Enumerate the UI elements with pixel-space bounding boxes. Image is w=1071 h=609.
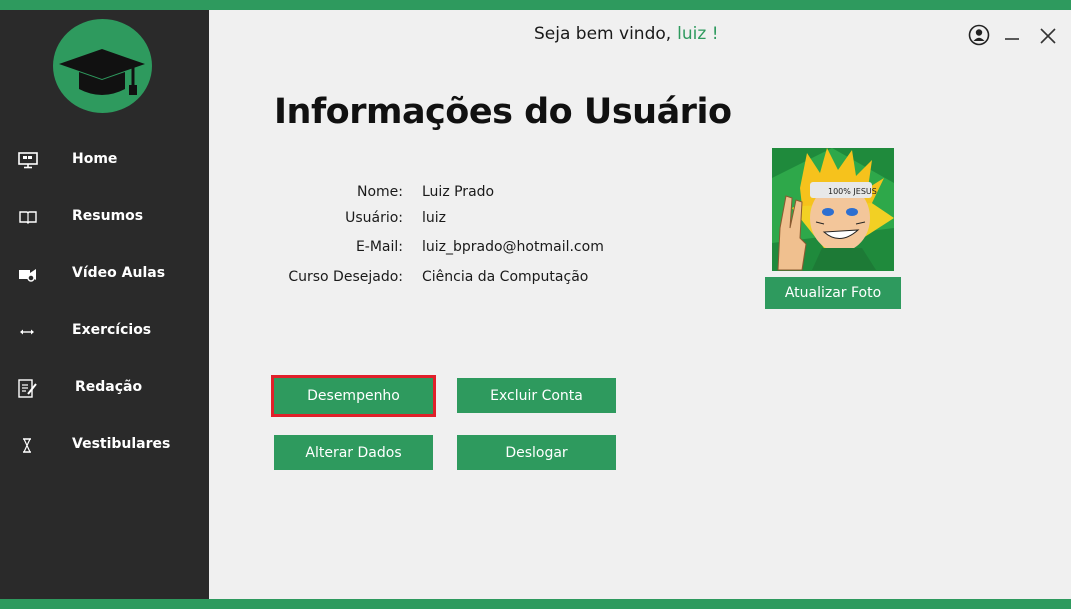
welcome-message: Seja bem vindo, luiz ! <box>534 24 719 44</box>
sidebar-item-resumos[interactable]: Resumos <box>0 197 209 237</box>
bottom-accent-bar <box>0 599 1071 609</box>
username-value: luiz <box>422 210 447 226</box>
delete-account-button[interactable]: Excluir Conta <box>457 378 616 413</box>
email-label: E-Mail: <box>355 239 403 255</box>
update-photo-button[interactable]: Atualizar Foto <box>765 277 901 309</box>
sidebar-item-exercicios[interactable]: Exercícios <box>0 311 209 351</box>
email-value: luiz_bprado@hotmail.com <box>422 239 604 255</box>
logout-button[interactable]: Deslogar <box>457 435 616 470</box>
course-label: Curso Desejado: <box>288 269 403 285</box>
book-icon <box>17 207 39 227</box>
monitor-icon <box>17 150 39 170</box>
sidebar-item-label: Home <box>72 151 118 167</box>
top-accent-bar <box>0 0 1071 10</box>
sidebar-item-label: Redação <box>75 379 143 395</box>
sidebar-item-home[interactable]: Home <box>0 140 209 180</box>
performance-button[interactable]: Desempenho <box>271 375 436 417</box>
sidebar-item-label: Vestibulares <box>72 436 171 452</box>
graduation-cap-logo <box>53 19 152 113</box>
sidebar-item-label: Vídeo Aulas <box>72 265 166 281</box>
name-label: Nome: <box>356 184 403 200</box>
sidebar-item-label: Exercícios <box>72 322 152 338</box>
sidebar-item-vestibulares[interactable]: Vestibulares <box>0 425 209 465</box>
edit-document-icon <box>17 378 39 398</box>
minimize-icon[interactable] <box>1003 28 1021 48</box>
arrows-icon <box>17 321 39 341</box>
welcome-username: luiz ! <box>677 24 719 44</box>
video-camera-icon <box>17 264 39 284</box>
hourglass-icon <box>17 435 39 455</box>
username-label: Usuário: <box>345 210 403 226</box>
user-profile-icon[interactable] <box>968 24 990 50</box>
course-value: Ciência da Computação <box>422 269 589 285</box>
name-value: Luiz Prado <box>422 184 495 200</box>
sidebar-item-redacao[interactable]: Redação <box>0 368 209 408</box>
sidebar: Home Resumos Vídeo Aulas Exercícios Reda… <box>0 10 209 599</box>
page-title: Informações do Usuário <box>274 92 732 132</box>
sidebar-item-video-aulas[interactable]: Vídeo Aulas <box>0 254 209 294</box>
close-icon[interactable] <box>1038 26 1058 50</box>
sidebar-item-label: Resumos <box>72 208 144 224</box>
welcome-text: Seja bem vindo, <box>534 24 672 44</box>
edit-data-button[interactable]: Alterar Dados <box>274 435 433 470</box>
headband-text: 100% JESUS <box>828 187 877 196</box>
profile-photo: 100% JESUS <box>772 148 894 271</box>
